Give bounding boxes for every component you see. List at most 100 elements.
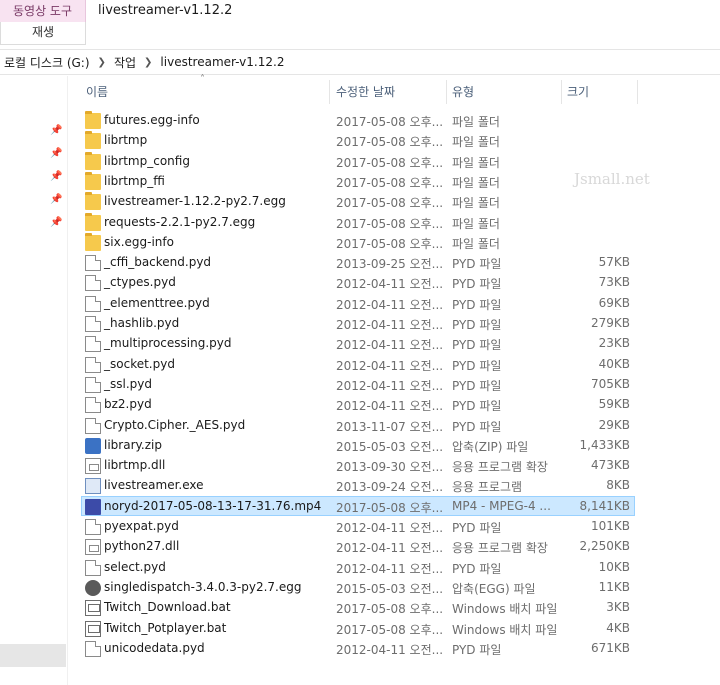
file-date: 2012-04-11 오전... <box>336 541 444 556</box>
file-type: PYD 파일 <box>452 257 502 272</box>
file-date: 2012-04-11 오전... <box>336 642 444 657</box>
pin-icon: 📌 <box>50 217 63 228</box>
file-row[interactable]: livestreamer-1.12.2-py2.7.egg 2017-05-08 … <box>81 191 635 211</box>
file-size: 279KB <box>590 316 630 330</box>
file-row[interactable]: librtmp_ffi 2017-05-08 오후... 파일 폴더 <box>81 171 635 191</box>
file-row[interactable]: singledispatch-3.4.0.3-py2.7.egg 2015-05-… <box>81 577 635 597</box>
play-tab[interactable]: 재생 <box>0 22 86 45</box>
file-type: 응용 프로그램 확장 <box>452 541 548 556</box>
file-icon <box>85 356 101 373</box>
file-row[interactable]: _cffi_backend.pyd 2013-09-25 오전... PYD 파일 5… <box>81 252 635 272</box>
column-type[interactable]: 유형 <box>452 80 560 104</box>
file-icon <box>85 275 101 292</box>
column-size[interactable]: 크기 <box>567 80 637 104</box>
breadcrumb-folder[interactable]: livestreamer-v1.12.2 <box>160 55 284 69</box>
file-name: python27.dll <box>104 539 180 554</box>
file-row[interactable]: bz2.pyd 2012-04-11 오전... PYD 파일 59KB <box>81 394 635 414</box>
file-type: 응용 프로그램 확장 <box>452 460 548 475</box>
file-size: 4KB <box>606 620 630 635</box>
column-date[interactable]: 수정한 날짜 <box>336 80 446 104</box>
file-date: 2017-05-08 오후... <box>336 175 444 190</box>
file-icon <box>85 316 101 332</box>
file-name: _ctypes.pyd <box>104 275 176 290</box>
file-row[interactable]: python27.dll 2012-04-11 오전... 응용 프로그램 확장 2,… <box>81 536 635 556</box>
file-row[interactable]: Twitch_Potplayer.bat 2017-05-08 오후... Wind… <box>81 618 635 638</box>
file-name: six.egg-info <box>104 234 174 249</box>
pin-icon: 📌 <box>50 171 63 182</box>
file-type: PYD 파일 <box>452 277 502 292</box>
folder-icon <box>85 111 101 129</box>
file-icon <box>85 397 101 414</box>
file-size: 29KB <box>598 417 630 432</box>
file-date: 2012-04-11 오전... <box>336 277 444 292</box>
file-date: 2012-04-11 오전... <box>336 378 444 393</box>
column-divider[interactable] <box>561 80 562 104</box>
file-date: 2017-05-08 오후... <box>336 622 444 637</box>
file-date: 2012-04-11 오전... <box>336 561 444 576</box>
file-row[interactable]: livestreamer.exe 2013-09-24 오전... 응용 프로그램 8… <box>81 475 635 495</box>
file-size: 2,250KB <box>579 539 630 554</box>
file-row[interactable]: _ctypes.pyd 2012-04-11 오전... PYD 파일 73KB <box>81 272 635 292</box>
exe-icon <box>85 478 101 495</box>
file-type: PYD 파일 <box>452 419 502 434</box>
column-divider[interactable] <box>329 80 330 104</box>
chevron-right-icon[interactable]: ❯ <box>98 57 106 68</box>
file-row[interactable]: librtmp_config 2017-05-08 오후... 파일 폴더 <box>81 151 635 171</box>
file-row[interactable]: unicodedata.pyd 2012-04-11 오전... PYD 파일 671… <box>81 638 635 658</box>
file-type: 파일 폴더 <box>452 196 500 211</box>
file-date: 2013-09-30 오전... <box>336 460 444 475</box>
file-date: 2012-04-11 오전... <box>336 338 444 353</box>
file-name: futures.egg-info <box>104 113 200 127</box>
file-type: PYD 파일 <box>452 297 502 312</box>
file-date: 2017-05-08 오후... <box>336 115 444 129</box>
file-size: 671KB <box>590 640 630 655</box>
file-row[interactable]: Crypto.Cipher._AES.pyd 2013-11-07 오전... PY… <box>81 415 635 435</box>
file-size: 473KB <box>590 458 630 473</box>
file-date: 2012-04-11 오전... <box>336 358 444 373</box>
file-date: 2015-05-03 오전... <box>336 581 444 596</box>
file-row[interactable]: librtmp.dll 2013-09-30 오전... 응용 프로그램 확장 473… <box>81 455 635 475</box>
file-row[interactable]: pyexpat.pyd 2012-04-11 오전... PYD 파일 101KB <box>81 516 635 536</box>
file-name: Crypto.Cipher._AES.pyd <box>104 417 246 432</box>
address-bar[interactable]: 로컬 디스크 (G:) ❯ 작업 ❯ livestreamer-v1.12.2 <box>0 49 720 75</box>
chevron-right-icon[interactable]: ❯ <box>144 57 152 68</box>
file-row[interactable]: noryd-2017-05-08-13-17-31.76.mp4 2017-05-… <box>81 495 635 516</box>
file-type: PYD 파일 <box>452 338 502 353</box>
file-row[interactable]: Twitch_Download.bat 2017-05-08 오후... Windo… <box>81 597 635 617</box>
file-row[interactable]: six.egg-info 2017-05-08 오후... 파일 폴더 <box>81 232 635 252</box>
file-row[interactable]: requests-2.2.1-py2.7.egg 2017-05-08 오후...… <box>81 212 635 232</box>
file-row[interactable]: futures.egg-info 2017-05-08 오후... 파일 폴더 <box>81 110 635 130</box>
file-row[interactable]: _socket.pyd 2012-04-11 오전... PYD 파일 40KB <box>81 354 635 374</box>
file-name: unicodedata.pyd <box>104 640 205 655</box>
file-name: library.zip <box>104 437 162 452</box>
file-date: 2017-05-08 오후... <box>336 155 444 170</box>
zip-icon <box>85 437 101 454</box>
video-tools-tab[interactable]: 동영상 도구 <box>0 0 86 22</box>
file-row[interactable]: _multiprocessing.pyd 2012-04-11 오전... PYD … <box>81 333 635 353</box>
file-type: 파일 폴더 <box>452 115 500 129</box>
file-size: 59KB <box>598 397 630 412</box>
file-icon <box>85 519 101 535</box>
file-type: 응용 프로그램 <box>452 480 523 495</box>
column-name[interactable]: 이름 <box>86 80 326 104</box>
file-icon <box>85 295 101 312</box>
dll-icon <box>85 458 101 475</box>
file-row[interactable]: _ssl.pyd 2012-04-11 오전... PYD 파일 705KB <box>81 374 635 394</box>
file-size: 101KB <box>590 519 630 533</box>
navigation-pane[interactable] <box>0 76 68 685</box>
folder-icon <box>85 171 101 190</box>
breadcrumb-drive[interactable]: 로컬 디스크 (G:) <box>4 54 90 71</box>
file-date: 2017-05-08 오후... <box>336 236 444 251</box>
column-divider[interactable] <box>446 80 447 104</box>
file-row[interactable]: library.zip 2015-05-03 오전... 압축(ZIP) 파일 1,4… <box>81 435 635 455</box>
breadcrumb-work[interactable]: 작업 <box>114 54 136 71</box>
file-row[interactable]: _elementtree.pyd 2012-04-11 오전... PYD 파일 69… <box>81 293 635 313</box>
file-row[interactable]: select.pyd 2012-04-11 오전... PYD 파일 10KB <box>81 557 635 577</box>
file-row[interactable]: _hashlib.pyd 2012-04-11 오전... PYD 파일 279KB <box>81 313 635 333</box>
file-date: 2012-04-11 오전... <box>336 318 444 332</box>
file-row[interactable]: librtmp 2017-05-08 오후... 파일 폴더 <box>81 130 635 150</box>
dll-icon <box>85 539 101 556</box>
column-divider[interactable] <box>637 80 638 104</box>
nav-selected-item[interactable] <box>0 644 66 667</box>
file-date: 2013-09-24 오전... <box>336 480 444 495</box>
